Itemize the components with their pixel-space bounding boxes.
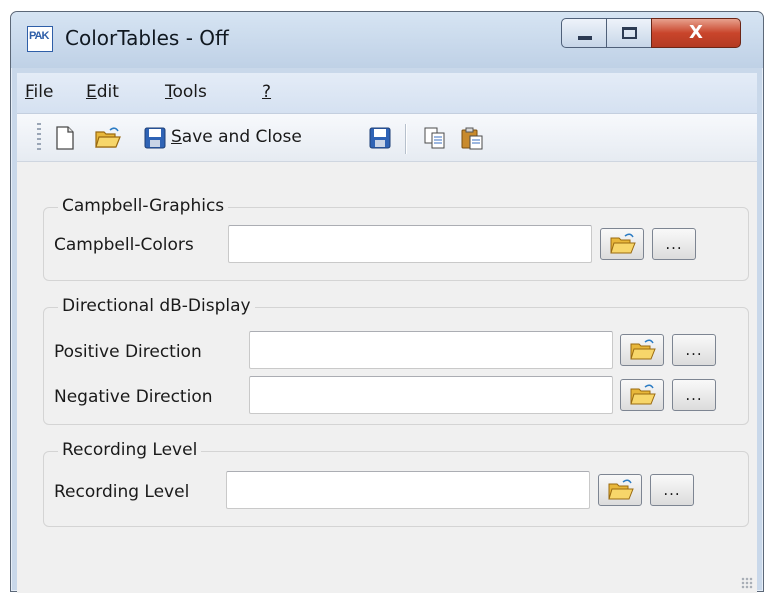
close-button[interactable]: X: [651, 18, 741, 48]
minimize-icon: [578, 36, 592, 40]
campbell-colors-more-button[interactable]: ...: [652, 228, 696, 260]
window-title: ColorTables - Off: [65, 26, 229, 50]
open-folder-icon: [610, 233, 636, 254]
toolbar: Save and Close: [17, 114, 757, 162]
campbell-graphics-group: Campbell-Graphics Campbell-Colors ...: [43, 196, 749, 281]
app-logo-text: PAK: [29, 30, 49, 42]
campbell-graphics-legend: Campbell-Graphics: [58, 196, 229, 216]
directional-db-display-group: Directional dB-Display Positive Directio…: [43, 296, 749, 425]
ellipsis-label: ...: [665, 235, 683, 253]
open-folder-icon: [608, 479, 634, 500]
negative-direction-label: Negative Direction: [54, 387, 213, 407]
paste-icon[interactable]: [460, 126, 484, 150]
menu-edit[interactable]: Edit: [86, 82, 119, 102]
recording-level-browse-button[interactable]: [598, 474, 642, 506]
menu-edit-label: dit: [96, 82, 119, 102]
positive-direction-input[interactable]: [249, 331, 613, 369]
recording-level-legend: Recording Level: [58, 440, 202, 460]
campbell-colors-label: Campbell-Colors: [54, 235, 194, 255]
menu-file-mnemonic: F: [25, 82, 34, 102]
open-folder-icon: [630, 384, 656, 405]
menu-edit-mnemonic: E: [86, 82, 97, 102]
negative-direction-more-button[interactable]: ...: [672, 379, 716, 411]
save-icon[interactable]: [144, 126, 166, 150]
maximize-button[interactable]: [606, 18, 652, 48]
save-icon-2[interactable]: [369, 126, 391, 150]
positive-direction-browse-button[interactable]: [620, 334, 664, 366]
recording-level-more-button[interactable]: ...: [650, 474, 694, 506]
menu-help[interactable]: ?: [262, 82, 271, 102]
campbell-colors-input[interactable]: [228, 225, 592, 263]
title-bar[interactable]: PAK ColorTables - Off X: [11, 12, 763, 68]
directional-db-display-legend: Directional dB-Display: [58, 296, 255, 316]
ellipsis-label: ...: [685, 386, 703, 404]
campbell-colors-browse-button[interactable]: [600, 228, 644, 260]
minimize-button[interactable]: [561, 18, 607, 48]
menu-tools[interactable]: Tools: [165, 82, 207, 102]
recording-level-input[interactable]: [226, 471, 590, 509]
save-and-close-button[interactable]: Save and Close: [171, 127, 302, 147]
close-icon: X: [689, 22, 703, 43]
save-close-label: ave and Close: [181, 127, 302, 147]
negative-direction-input[interactable]: [249, 376, 613, 414]
menu-file-label: ile: [33, 82, 54, 102]
resize-grip-icon[interactable]: [741, 577, 753, 589]
toolbar-separator: [405, 124, 407, 154]
menu-file[interactable]: File: [25, 82, 53, 102]
positive-direction-label: Positive Direction: [54, 342, 202, 362]
toolbar-grip[interactable]: [37, 123, 41, 153]
menu-tools-mnemonic: T: [165, 82, 173, 102]
negative-direction-browse-button[interactable]: [620, 379, 664, 411]
open-folder-icon: [630, 339, 656, 360]
pak-app-icon[interactable]: PAK: [27, 26, 53, 52]
recording-level-label: Recording Level: [54, 482, 190, 502]
new-document-icon[interactable]: [54, 126, 76, 150]
positive-direction-more-button[interactable]: ...: [672, 334, 716, 366]
ellipsis-label: ...: [685, 341, 703, 359]
copy-icon[interactable]: [423, 126, 447, 150]
menu-help-mnemonic: ?: [262, 82, 272, 102]
recording-level-group: Recording Level Recording Level ...: [43, 440, 749, 527]
menu-tools-label: ools: [172, 82, 207, 102]
client-area: File Edit Tools ? Save and Close Campbel…: [17, 73, 757, 593]
save-close-mnemonic: S: [171, 127, 182, 147]
menu-bar: File Edit Tools ?: [17, 73, 757, 114]
ellipsis-label: ...: [663, 481, 681, 499]
maximize-icon: [622, 27, 637, 39]
application-window: PAK ColorTables - Off X File Edit Tools …: [10, 11, 764, 593]
open-folder-icon[interactable]: [95, 126, 121, 150]
